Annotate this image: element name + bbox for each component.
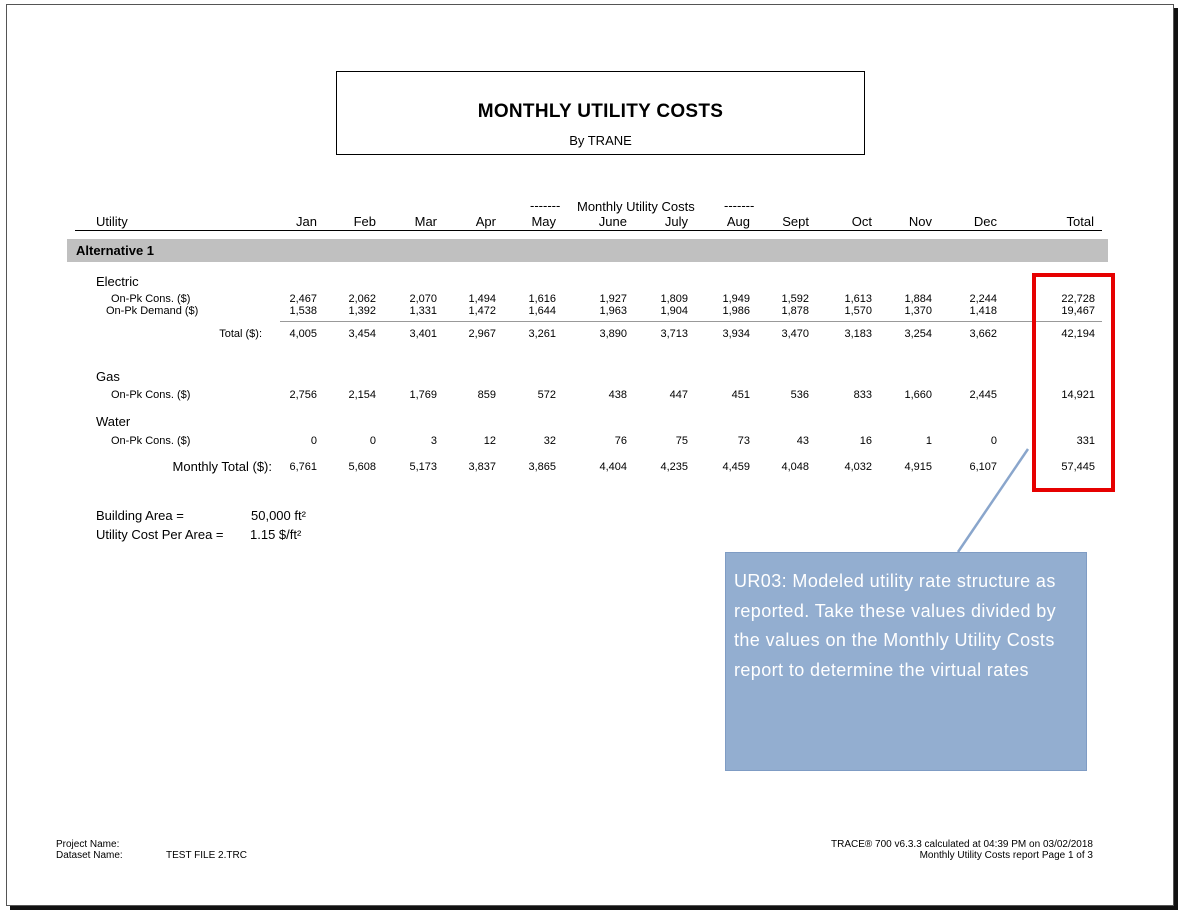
- callout-text: UR03: Modeled utility rate structure as …: [734, 571, 1057, 680]
- callout-box: UR03: Modeled utility rate structure as …: [725, 552, 1087, 771]
- callout-pointer: [956, 448, 1030, 553]
- totals-highlight-frame: [1032, 273, 1115, 492]
